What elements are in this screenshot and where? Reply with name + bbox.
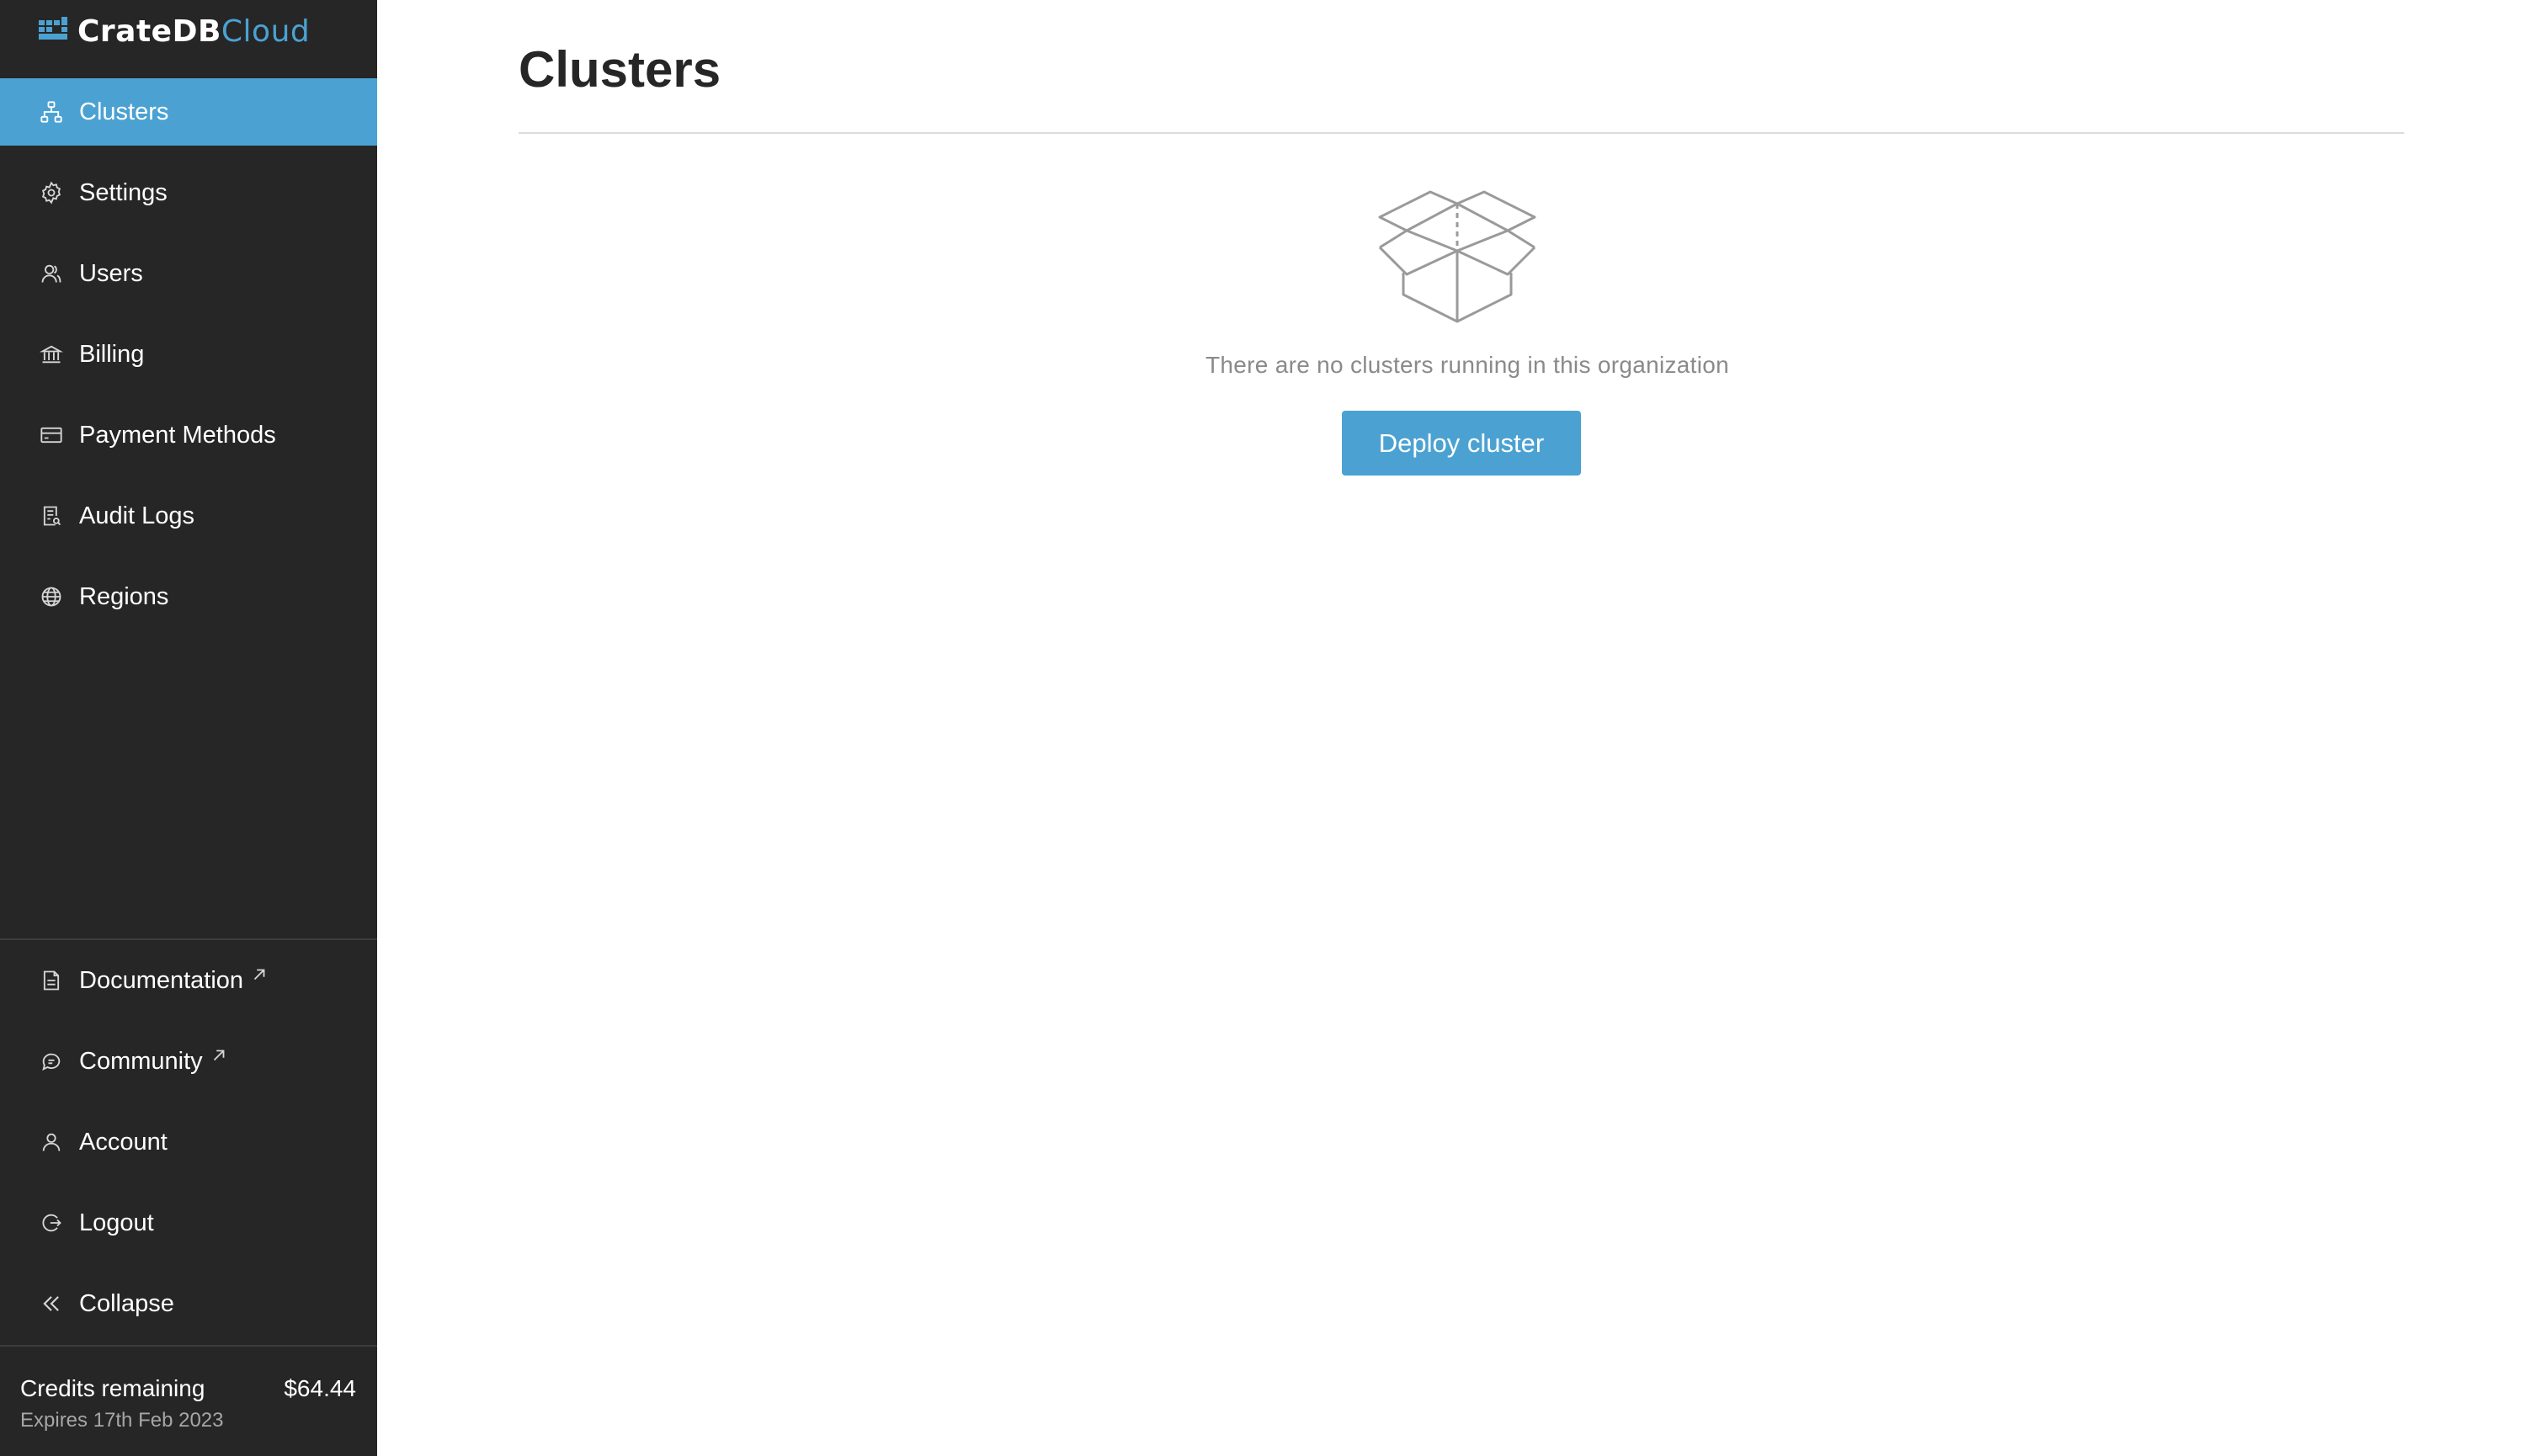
sidebar-item-collapse[interactable]: Collapse xyxy=(0,1270,377,1337)
sidebar-item-label: Collapse xyxy=(79,1289,174,1317)
sidebar-item-documentation[interactable]: Documentation xyxy=(0,947,377,1014)
document-icon xyxy=(39,968,64,993)
deploy-cluster-button[interactable]: Deploy cluster xyxy=(1342,411,1581,476)
clusters-icon xyxy=(39,99,64,125)
sidebar-item-label: Settings xyxy=(79,178,168,206)
sidebar-divider xyxy=(0,938,377,940)
credit-card-icon xyxy=(39,422,64,448)
audit-log-icon xyxy=(39,503,64,529)
empty-state-message: There are no clusters running in this or… xyxy=(1205,352,1729,378)
sidebar-item-clusters[interactable]: Clusters xyxy=(0,78,377,146)
users-icon xyxy=(39,261,64,286)
sidebar-item-payment-methods[interactable]: Payment Methods xyxy=(0,401,377,469)
sidebar-item-label: Audit Logs xyxy=(79,502,195,529)
chevrons-left-icon xyxy=(39,1291,64,1316)
cratedb-logo-icon xyxy=(39,17,67,40)
sidebar: CrateDBCloud Clusters Settings Users Bil… xyxy=(0,0,377,1456)
logo-text: CrateDBCloud xyxy=(77,13,311,49)
sidebar-item-audit-logs[interactable]: Audit Logs xyxy=(0,482,377,550)
external-link-icon xyxy=(253,969,265,980)
page-title: Clusters xyxy=(519,41,721,98)
credits-panel: Credits remaining $64.44 Expires 17th Fe… xyxy=(0,1347,377,1456)
chat-icon xyxy=(39,1049,64,1074)
sidebar-item-label: Regions xyxy=(79,582,169,610)
sidebar-item-settings[interactable]: Settings xyxy=(0,159,377,226)
sidebar-item-users[interactable]: Users xyxy=(0,240,377,307)
credits-expiry: Expires 17th Feb 2023 xyxy=(20,1409,224,1432)
sidebar-item-billing[interactable]: Billing xyxy=(0,321,377,388)
title-divider xyxy=(519,132,2404,134)
logout-icon xyxy=(39,1210,64,1235)
sidebar-item-label: Clusters xyxy=(79,98,169,125)
credits-amount: $64.44 xyxy=(284,1375,356,1401)
credits-label: Credits remaining xyxy=(20,1375,205,1401)
sidebar-item-label: Billing xyxy=(79,340,145,368)
bank-icon xyxy=(39,342,64,367)
sidebar-item-label: Account xyxy=(79,1128,168,1156)
sidebar-item-label: Documentation xyxy=(79,966,244,994)
sidebar-item-label: Users xyxy=(79,259,143,287)
sidebar-item-logout[interactable]: Logout xyxy=(0,1189,377,1257)
sidebar-item-community[interactable]: Community xyxy=(0,1028,377,1095)
sidebar-item-account[interactable]: Account xyxy=(0,1108,377,1176)
main-content: Clusters There are no clusters running i… xyxy=(377,0,2544,1456)
external-link-icon xyxy=(213,1049,225,1061)
sidebar-item-label: Logout xyxy=(79,1209,154,1236)
empty-box-icon xyxy=(1378,190,1536,323)
user-icon xyxy=(39,1129,64,1155)
sidebar-item-regions[interactable]: Regions xyxy=(0,563,377,630)
cratedb-logo[interactable]: CrateDBCloud xyxy=(39,10,310,52)
sidebar-item-label: Community xyxy=(79,1047,203,1075)
globe-icon xyxy=(39,584,64,609)
sidebar-item-label: Payment Methods xyxy=(79,421,276,449)
gear-icon xyxy=(39,180,64,205)
